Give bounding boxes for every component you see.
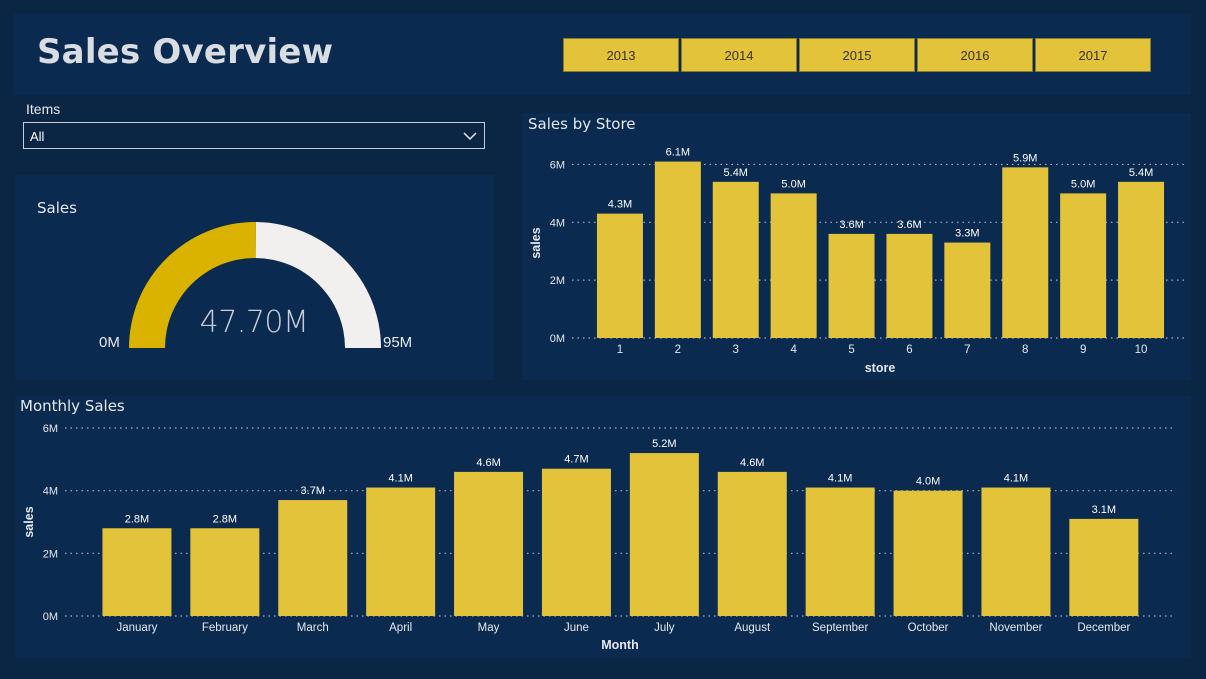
year-button-2017[interactable]: 2017 bbox=[1035, 38, 1151, 72]
year-slicer: 2013 2014 2015 2016 2017 bbox=[563, 38, 1151, 72]
x-tick-label: 2 bbox=[675, 344, 681, 356]
y-tick-label: 6M bbox=[43, 423, 58, 435]
y-tick-label: 2M bbox=[550, 275, 565, 287]
x-tick-label: 9 bbox=[1080, 344, 1086, 356]
data-label: 5.9M bbox=[1013, 152, 1037, 164]
bar[interactable] bbox=[1060, 193, 1107, 338]
x-tick-label: 8 bbox=[1022, 344, 1028, 356]
data-label: 5.4M bbox=[1129, 167, 1153, 179]
sales-by-store-chart: 0M 2M 4M 6M 4.3M 1 6.1M 2 5.4M 3 5.0M 4 3.6M 5 3.6M 6 3.… bbox=[529, 147, 1186, 375]
bar[interactable] bbox=[828, 233, 875, 338]
bar[interactable] bbox=[805, 487, 875, 616]
data-label: 4.1M bbox=[388, 473, 412, 485]
data-label: 4.3M bbox=[608, 199, 632, 211]
data-label: 4.6M bbox=[740, 457, 764, 469]
bar[interactable] bbox=[981, 487, 1051, 616]
x-tick-label: 10 bbox=[1135, 344, 1148, 356]
data-label: 4.7M bbox=[564, 454, 588, 466]
data-label: 4.6M bbox=[476, 457, 500, 469]
year-button-2015[interactable]: 2015 bbox=[799, 38, 915, 72]
bar[interactable] bbox=[278, 500, 348, 616]
x-tick-label: 6 bbox=[906, 344, 912, 356]
bar[interactable] bbox=[541, 468, 611, 616]
bar[interactable] bbox=[190, 528, 260, 616]
x-tick-label: March bbox=[297, 622, 329, 634]
year-button-2016[interactable]: 2016 bbox=[917, 38, 1033, 72]
items-filter-label: Items bbox=[26, 101, 61, 117]
x-axis-title: Month bbox=[601, 638, 638, 652]
y-axis-title: sales bbox=[529, 227, 543, 258]
data-label: 3.7M bbox=[301, 485, 325, 497]
data-label: 5.2M bbox=[652, 438, 676, 450]
x-tick-label: April bbox=[389, 622, 412, 634]
bar[interactable] bbox=[1002, 167, 1049, 338]
y-tick-label: 0M bbox=[43, 611, 58, 623]
gauge-max-label: 95M bbox=[383, 334, 413, 351]
data-label: 3.3M bbox=[955, 228, 979, 240]
year-button-2013[interactable]: 2013 bbox=[563, 38, 679, 72]
data-label: 5.4M bbox=[724, 167, 748, 179]
x-tick-label: May bbox=[478, 622, 500, 634]
items-dropdown-value: All bbox=[30, 129, 45, 144]
data-label: 4.1M bbox=[1004, 473, 1028, 485]
data-label: 5.0M bbox=[781, 178, 805, 190]
bar[interactable] bbox=[1118, 181, 1165, 338]
bar[interactable] bbox=[770, 193, 817, 338]
x-tick-label: November bbox=[989, 622, 1042, 634]
y-tick-label: 2M bbox=[43, 548, 58, 560]
data-label: 5.0M bbox=[1071, 178, 1095, 190]
bar[interactable] bbox=[654, 161, 701, 338]
x-tick-label: 3 bbox=[733, 344, 739, 356]
x-tick-label: July bbox=[654, 622, 675, 634]
bar[interactable] bbox=[712, 181, 759, 338]
monthly-chart-title: Monthly Sales bbox=[20, 397, 125, 415]
x-tick-label: October bbox=[908, 622, 949, 634]
bar[interactable] bbox=[596, 213, 643, 338]
x-tick-label: August bbox=[734, 622, 771, 634]
x-axis-title: store bbox=[865, 361, 896, 375]
data-label: 2.8M bbox=[213, 513, 237, 525]
x-tick-label: December bbox=[1077, 622, 1130, 634]
year-button-2014[interactable]: 2014 bbox=[681, 38, 797, 72]
store-chart-title: Sales by Store bbox=[528, 115, 636, 133]
x-tick-label: 4 bbox=[790, 344, 797, 356]
x-tick-label: February bbox=[202, 622, 248, 634]
y-tick-label: 6M bbox=[550, 159, 565, 171]
bar[interactable] bbox=[454, 471, 524, 616]
monthly-sales-chart: 0M 2M 4M 6M 2.8M January 2.8M February 3.7M March… bbox=[22, 423, 1173, 652]
bar[interactable] bbox=[1069, 518, 1139, 616]
x-tick-label: 5 bbox=[848, 344, 854, 356]
gauge-value: 47.70M bbox=[199, 305, 309, 340]
bar[interactable] bbox=[366, 487, 436, 616]
bar[interactable] bbox=[886, 233, 933, 338]
data-label: 3.6M bbox=[839, 219, 863, 231]
bar[interactable] bbox=[102, 528, 172, 616]
data-label: 2.8M bbox=[125, 513, 149, 525]
y-tick-label: 4M bbox=[550, 217, 565, 229]
bar[interactable] bbox=[944, 242, 991, 338]
y-tick-label: 4M bbox=[43, 486, 58, 498]
bar[interactable] bbox=[629, 453, 699, 616]
data-label: 6.1M bbox=[666, 147, 690, 159]
data-label: 3.1M bbox=[1092, 504, 1116, 516]
data-label: 4.1M bbox=[828, 473, 852, 485]
x-tick-label: January bbox=[116, 622, 157, 634]
data-label: 4.0M bbox=[916, 476, 940, 488]
y-tick-label: 0M bbox=[550, 333, 565, 345]
data-label: 3.6M bbox=[897, 219, 921, 231]
x-tick-label: September bbox=[812, 622, 868, 634]
gauge-min-label: 0M bbox=[99, 334, 120, 351]
chevron-down-icon bbox=[463, 132, 477, 141]
bar[interactable] bbox=[717, 471, 787, 616]
items-dropdown[interactable]: All bbox=[23, 122, 485, 149]
gauge-title: Sales bbox=[37, 199, 77, 217]
page-title: Sales Overview bbox=[37, 32, 334, 72]
x-tick-label: 1 bbox=[617, 344, 623, 356]
x-tick-label: June bbox=[564, 622, 589, 634]
bar[interactable] bbox=[893, 490, 963, 616]
y-axis-title: sales bbox=[22, 506, 36, 537]
x-tick-label: 7 bbox=[964, 344, 970, 356]
